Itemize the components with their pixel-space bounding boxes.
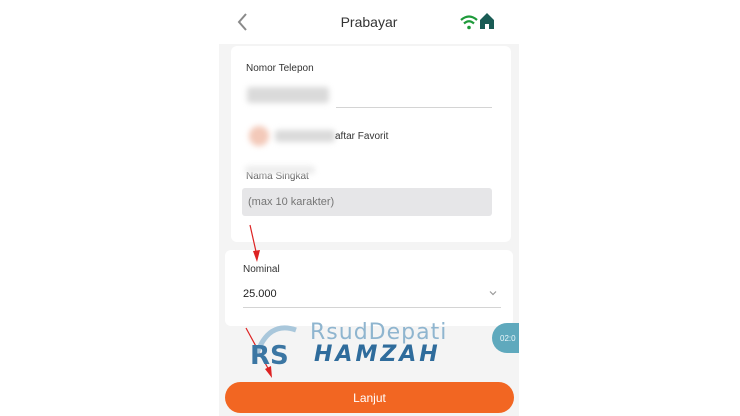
time-badge: 02:0 <box>492 323 519 353</box>
nominal-label: Nominal <box>243 264 280 275</box>
phone-number-label: Nomor Telepon <box>246 63 314 74</box>
favorite-label: aftar Favorit <box>335 131 389 142</box>
favorite-text-blurred <box>275 130 335 142</box>
favorite-checkbox[interactable] <box>249 126 269 146</box>
continue-button[interactable]: Lanjut <box>225 382 514 413</box>
nominal-select-value[interactable]: 25.000 <box>243 288 277 300</box>
phone-number-underline <box>336 107 492 108</box>
nominal-underline <box>243 307 501 308</box>
home-icon[interactable] <box>479 12 495 30</box>
wifi-icon <box>460 15 478 30</box>
chevron-down-icon[interactable] <box>489 290 497 296</box>
short-name-input[interactable] <box>242 188 492 216</box>
top-bar: Prabayar <box>219 0 519 44</box>
phone-number-value-blurred[interactable] <box>247 87 329 103</box>
screenshot-stage: Prabayar Nomor Telepon aftar Favorit Nam… <box>0 0 740 416</box>
short-name-label-blur <box>245 166 315 174</box>
phone-screen: Prabayar Nomor Telepon aftar Favorit Nam… <box>219 0 519 416</box>
